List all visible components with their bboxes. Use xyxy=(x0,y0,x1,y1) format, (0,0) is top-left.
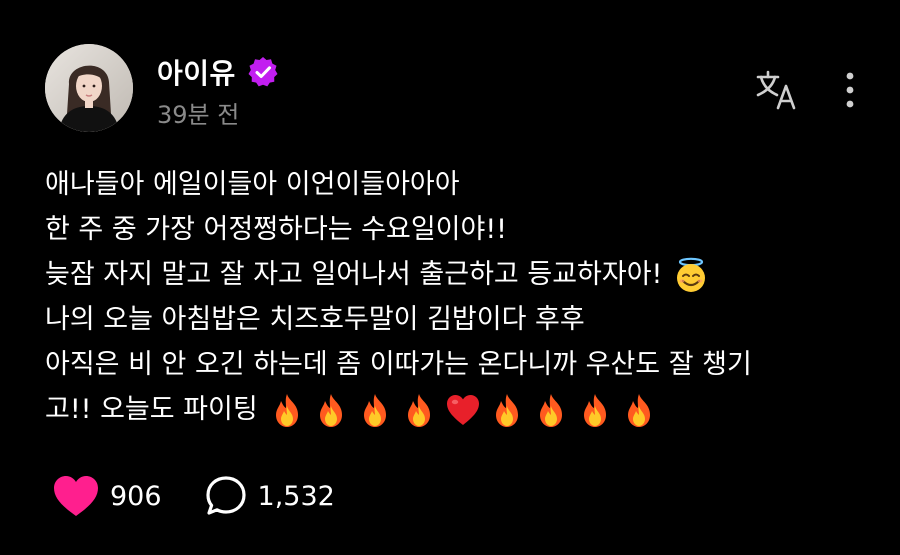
fire-emoji xyxy=(495,393,518,427)
translate-button[interactable] xyxy=(752,68,804,112)
username[interactable]: 아이유 xyxy=(157,52,236,92)
post-actions: 906 1,532 xyxy=(52,474,335,518)
red-heart-emoji xyxy=(446,394,479,425)
post-line-text: 늦잠 자지 말고 잘 자고 일어나서 출근하고 등교하자아! xyxy=(45,259,663,290)
emoji-group xyxy=(268,391,658,429)
post-line: 나의 오늘 아침밥은 치즈호두말이 김밥이다 후후 xyxy=(45,297,865,342)
angel-smile-emoji xyxy=(677,257,706,292)
fire-emoji xyxy=(539,393,562,427)
post-card: 아이유 39분 전 애나들아 에일이들아 이언이들아아아 한 주 중 가장 어정… xyxy=(0,0,900,555)
comment-bubble-icon xyxy=(205,476,246,515)
fire-emoji xyxy=(319,393,342,427)
post-line: 한 주 중 가장 어정쩡하다는 수요일이야!! xyxy=(45,207,865,252)
more-options-button[interactable] xyxy=(836,70,864,110)
verified-badge-icon xyxy=(246,55,280,89)
like-count: 906 xyxy=(110,480,162,512)
post-line: 고!! 오늘도 파이팅 xyxy=(45,387,865,432)
author-row: 아이유 xyxy=(157,52,280,92)
fire-emoji xyxy=(627,393,650,427)
avatar-image xyxy=(45,44,133,132)
post-line-text: 아직은 비 안 오긴 하는데 좀 이따가는 온다니까 우산도 잘 챙기 xyxy=(45,349,752,380)
more-vertical-icon xyxy=(846,72,854,108)
emoji-group xyxy=(672,256,710,294)
like-button[interactable]: 906 xyxy=(52,474,162,518)
post-line-text: 한 주 중 가장 어정쩡하다는 수요일이야!! xyxy=(45,214,507,245)
comment-count: 1,532 xyxy=(257,480,335,512)
fire-emoji xyxy=(583,393,606,427)
post-line-text: 애나들아 에일이들아 이언이들아아아 xyxy=(45,169,460,200)
post-line: 늦잠 자지 말고 잘 자고 일어나서 출근하고 등교하자아! xyxy=(45,252,865,297)
post-line: 아직은 비 안 오긴 하는데 좀 이따가는 온다니까 우산도 잘 챙기 xyxy=(45,342,865,387)
fire-emoji xyxy=(275,393,298,427)
translate-icon xyxy=(756,70,796,110)
post-line-text: 나의 오늘 아침밥은 치즈호두말이 김밥이다 후후 xyxy=(45,304,585,335)
comment-button[interactable]: 1,532 xyxy=(204,474,335,518)
avatar[interactable] xyxy=(45,44,133,132)
post-line-text: 고!! 오늘도 파이팅 xyxy=(45,394,258,425)
fire-emoji xyxy=(363,393,386,427)
heart-icon xyxy=(54,476,98,516)
fire-emoji xyxy=(407,393,430,427)
post-line: 애나들아 에일이들아 이언이들아아아 xyxy=(45,162,865,207)
post-timestamp: 39분 전 xyxy=(157,101,240,129)
post-text: 애나들아 에일이들아 이언이들아아아 한 주 중 가장 어정쩡하다는 수요일이야… xyxy=(45,162,865,432)
